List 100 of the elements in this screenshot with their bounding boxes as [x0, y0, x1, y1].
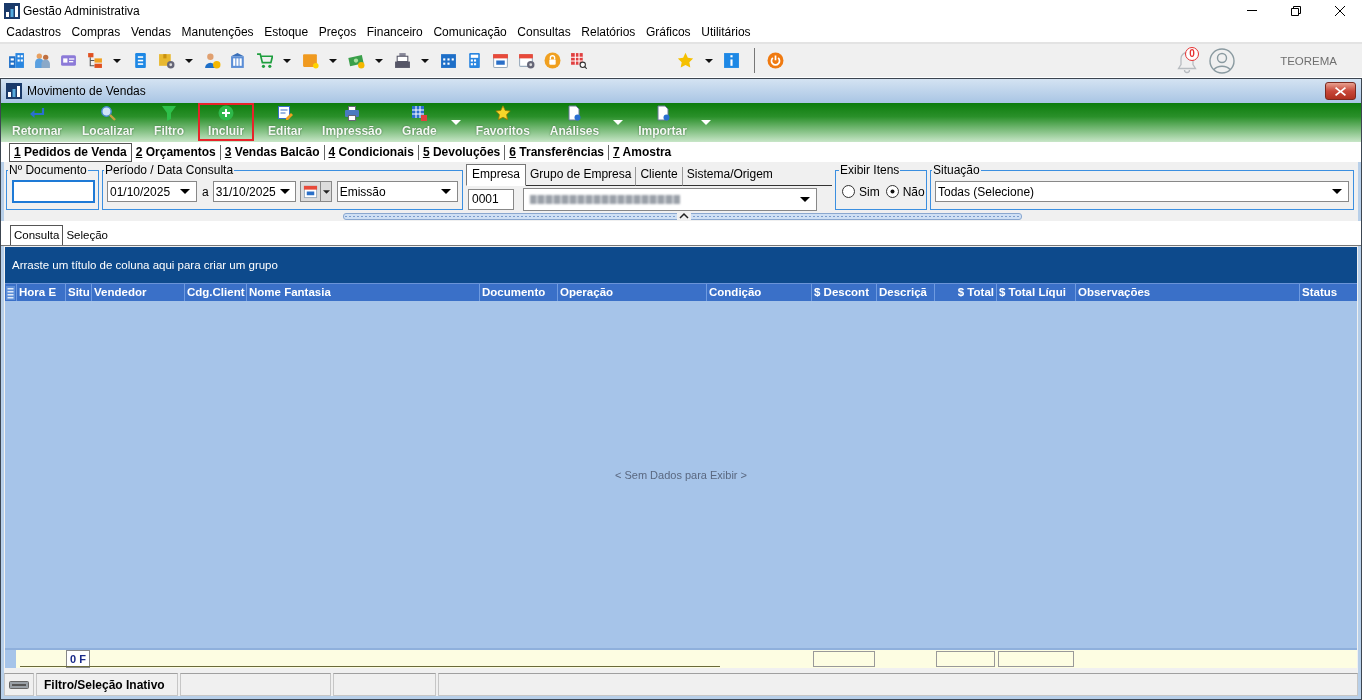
dropdown-arrow-icon	[1332, 189, 1342, 194]
star-icon[interactable]	[677, 52, 694, 69]
bank-icon[interactable]	[229, 52, 247, 69]
menu-item[interactable]: Consultas	[512, 24, 576, 39]
tab[interactable]: 4 Condicionais	[324, 144, 419, 160]
calendar-icon[interactable]	[491, 52, 509, 69]
table-search-icon[interactable]	[569, 52, 587, 69]
caret-icon[interactable]	[421, 58, 429, 63]
empty-message: < Sem Dados para Exibir >	[614, 468, 748, 481]
company-code-field[interactable]: 0001	[468, 189, 514, 210]
menu-item[interactable]: Gráficos	[640, 24, 696, 39]
menu-item[interactable]: Preços	[313, 24, 362, 39]
caret-icon[interactable]	[375, 58, 383, 63]
tab[interactable]: Cliente	[635, 167, 682, 186]
tab[interactable]: Seleção	[63, 227, 111, 245]
tab[interactable]: 7 Amostra	[609, 144, 676, 160]
group-label: Situação	[932, 163, 981, 177]
printer-icon	[344, 105, 361, 121]
menu-item[interactable]: Compras	[66, 24, 126, 39]
tab[interactable]: Consulta	[10, 225, 64, 245]
range-label: a	[202, 184, 209, 199]
caret-icon[interactable]	[185, 58, 193, 63]
tab[interactable]: Empresa	[466, 164, 527, 186]
cash-icon[interactable]	[347, 52, 365, 69]
search-icon	[100, 105, 117, 121]
menu-item[interactable]: Comunicação	[428, 24, 513, 39]
caret-icon	[322, 189, 330, 194]
tab[interactable]: 6 Transferências	[505, 144, 609, 160]
group-hint-text: Arraste um título de coluna aqui para criar um grupo	[12, 259, 278, 271]
bar-chart-icon	[6, 83, 22, 99]
calendar-icon	[302, 184, 318, 199]
caret-icon[interactable]	[113, 58, 121, 63]
date-dropdown[interactable]: 01/10/2025	[107, 181, 197, 202]
edit-icon	[277, 105, 294, 121]
hierarchy-icon[interactable]	[85, 52, 103, 69]
tab[interactable]: 5 Devoluções	[418, 144, 506, 160]
calendar-icon[interactable]	[439, 52, 457, 69]
dropdown-arrow-icon	[800, 197, 810, 202]
menu-item[interactable]: Vendas	[125, 24, 177, 39]
summary-cell	[813, 651, 875, 667]
caret-up-icon[interactable]	[677, 212, 691, 220]
document-icon	[566, 105, 583, 121]
id-card-icon[interactable]	[59, 52, 77, 69]
menu-item[interactable]: Estoque	[258, 24, 314, 39]
close-icon	[1335, 5, 1345, 16]
cash-register-icon[interactable]	[393, 52, 411, 69]
summary-cell	[936, 651, 995, 667]
group-label: Nº Documento	[8, 163, 88, 177]
radio-option[interactable]: Sim	[842, 184, 880, 199]
group-label: Exibir Itens	[839, 163, 901, 177]
close-icon	[1335, 86, 1346, 96]
box-gear-icon[interactable]	[157, 52, 175, 69]
caret-icon[interactable]	[704, 58, 713, 63]
caret-icon[interactable]	[329, 58, 337, 63]
bell-icon[interactable]	[1177, 49, 1198, 74]
dropdown-arrow-icon	[440, 189, 451, 194]
cart-icon[interactable]	[255, 52, 273, 69]
caret-icon[interactable]	[283, 58, 291, 63]
status-dropdown[interactable]: Todas (Selecione)	[935, 181, 1349, 202]
menu-item[interactable]: Financeiro	[361, 24, 429, 39]
plus-icon	[218, 105, 235, 121]
star-icon	[494, 105, 511, 121]
filter-icon	[161, 105, 178, 121]
window-title: Movimento de Vendas	[27, 84, 146, 98]
menu-item[interactable]: Utilitários	[695, 24, 756, 39]
document-field[interactable]	[12, 180, 95, 203]
splitter-handle[interactable]	[343, 213, 1022, 220]
tab[interactable]: Sistema/Origem	[681, 167, 777, 186]
keyboard-icon	[9, 680, 29, 689]
dropdown-arrow-icon	[180, 189, 190, 194]
power-icon[interactable]	[767, 52, 784, 69]
building-icon[interactable]	[7, 52, 25, 69]
document-icon	[654, 105, 671, 121]
row-indicator-cell	[5, 650, 16, 668]
close-button[interactable]	[1325, 82, 1356, 100]
tab[interactable]: 2 Orçamentos	[131, 144, 221, 160]
date-dropdown[interactable]: 31/10/2025	[212, 181, 296, 202]
return-arrow-icon	[29, 105, 45, 121]
people-icon[interactable]	[33, 52, 51, 69]
calendar-button[interactable]	[299, 181, 332, 202]
date-type-dropdown[interactable]: Emissão	[336, 181, 458, 202]
user-name: TEOREMA	[1280, 54, 1337, 67]
radio-option[interactable]: Não	[885, 184, 925, 199]
column-chooser-icon[interactable]	[6, 285, 15, 300]
grid-icon	[411, 105, 428, 121]
status-text: Filtro/Seleção Inativo	[36, 673, 178, 696]
tab[interactable]: Grupo de Empresa	[526, 167, 636, 186]
tab[interactable]: 1 Pedidos de Venda	[9, 142, 132, 162]
person-coin-icon[interactable]	[203, 52, 221, 69]
user-avatar-icon[interactable]	[1209, 47, 1236, 74]
tab[interactable]: 3 Vendas Balcão	[220, 144, 325, 160]
window-title: Gestão Administrativa	[23, 3, 140, 18]
menu-item[interactable]: Manutenções	[176, 24, 259, 39]
info-icon[interactable]	[723, 52, 740, 69]
restore-icon	[1291, 5, 1301, 16]
calendar-gear-icon[interactable]	[517, 52, 535, 69]
menu-item[interactable]: Relatórios	[576, 24, 641, 39]
notification-count-badge: 0	[1185, 46, 1200, 61]
menu-item[interactable]: Cadastros	[1, 24, 67, 39]
minimize-icon	[1247, 10, 1257, 11]
